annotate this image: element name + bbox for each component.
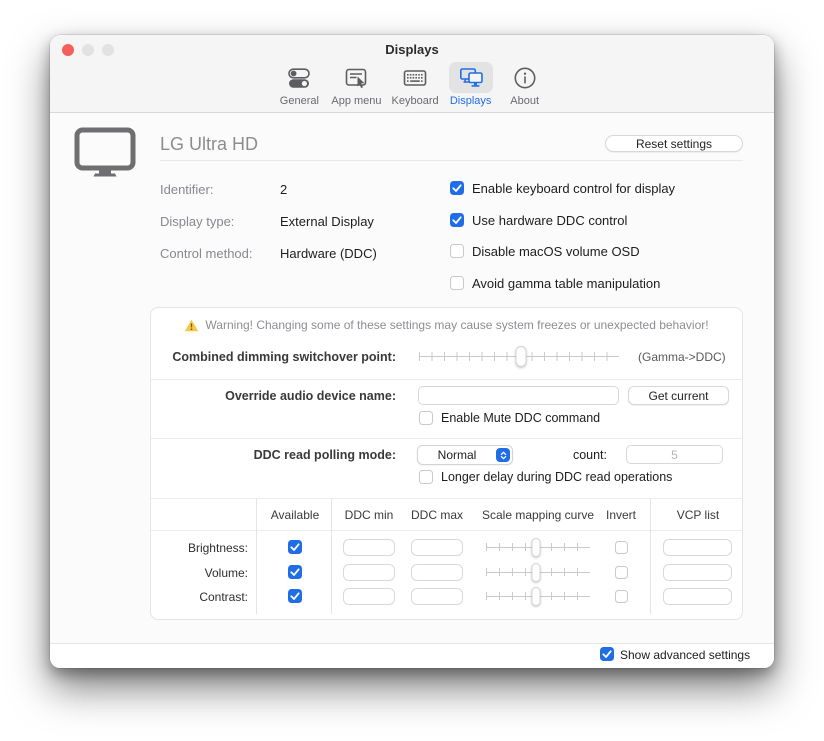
brightness-ddc-max-input[interactable] <box>411 539 463 556</box>
table-column-divider <box>256 499 257 614</box>
table-header-divider <box>151 530 742 531</box>
enable-mute-ddc-label: Enable Mute DDC command <box>441 411 600 425</box>
tab-label: General <box>280 95 319 107</box>
volume-available-checkbox[interactable] <box>288 565 302 579</box>
longer-delay-label: Longer delay during DDC read operations <box>441 470 672 484</box>
menu-document-icon <box>334 62 378 93</box>
warning-icon <box>184 319 199 332</box>
row-label-volume: Volume: <box>151 566 248 580</box>
contrast-invert-checkbox[interactable] <box>615 590 628 603</box>
contrast-ddc-min-input[interactable] <box>343 588 395 605</box>
longer-delay-checkbox[interactable] <box>419 470 433 484</box>
use-hardware-ddc-label: Use hardware DDC control <box>472 213 627 228</box>
tab-general[interactable]: General <box>277 62 321 107</box>
use-hardware-ddc-checkbox[interactable] <box>450 213 464 227</box>
section-divider <box>151 498 742 499</box>
volume-curve-slider[interactable] <box>486 565 590 579</box>
warning-row: Warning! Changing some of these settings… <box>151 318 742 332</box>
info-icon <box>503 62 547 93</box>
count-label: count: <box>507 448 607 462</box>
volume-ddc-min-input[interactable] <box>343 564 395 581</box>
col-header-vcp-list: VCP list <box>677 508 719 522</box>
window-title: Displays <box>50 42 774 57</box>
slider-knob[interactable] <box>531 563 540 582</box>
col-header-invert: Invert <box>606 508 636 522</box>
row-label-contrast: Contrast: <box>151 590 248 604</box>
enable-keyboard-control-label: Enable keyboard control for display <box>472 181 675 196</box>
enable-mute-ddc-checkbox[interactable] <box>419 411 433 425</box>
col-header-ddc-max: DDC max <box>411 508 463 522</box>
show-advanced-settings-checkbox[interactable] <box>600 647 614 661</box>
slider-knob[interactable] <box>516 346 527 367</box>
get-current-button[interactable]: Get current <box>628 386 729 405</box>
contrast-vcp-input[interactable] <box>663 588 732 605</box>
warning-text: Warning! Changing some of these settings… <box>205 318 708 332</box>
dimming-switchover-slider[interactable] <box>419 349 619 364</box>
col-header-ddc-min: DDC min <box>345 508 394 522</box>
display-type-label: Display type: <box>160 214 234 229</box>
table-column-divider <box>331 499 332 614</box>
tab-label: Displays <box>450 95 492 107</box>
polling-mode-dropdown[interactable]: Normal <box>417 445 513 465</box>
brightness-vcp-input[interactable] <box>663 539 732 556</box>
dimming-suffix: (Gamma->DDC) <box>638 350 726 364</box>
brightness-curve-slider[interactable] <box>486 540 590 554</box>
volume-vcp-input[interactable] <box>663 564 732 581</box>
display-type-value: External Display <box>280 214 374 229</box>
displays-icon <box>449 62 493 93</box>
header-divider <box>160 160 743 161</box>
tab-displays[interactable]: Displays <box>449 62 493 107</box>
avoid-gamma-checkbox[interactable] <box>450 276 464 290</box>
polling-mode-label: DDC read polling mode: <box>151 448 396 462</box>
slider-knob[interactable] <box>531 587 540 606</box>
keyboard-icon <box>393 62 437 93</box>
dimming-switchover-label: Combined dimming switchover point: <box>151 350 396 364</box>
brightness-available-checkbox[interactable] <box>288 540 302 554</box>
slider-knob[interactable] <box>531 538 540 557</box>
tab-keyboard[interactable]: Keyboard <box>392 62 439 107</box>
tab-label: About <box>510 95 539 107</box>
brightness-invert-checkbox[interactable] <box>615 541 628 554</box>
table-column-divider <box>650 499 651 614</box>
control-method-value: Hardware (DDC) <box>280 246 377 261</box>
show-advanced-settings-label: Show advanced settings <box>620 648 750 662</box>
window-chrome: Displays General <box>50 35 774 113</box>
brightness-ddc-min-input[interactable] <box>343 539 395 556</box>
tab-app-menu[interactable]: App menu <box>331 62 381 107</box>
tab-label: App menu <box>331 95 381 107</box>
advanced-settings-panel: Warning! Changing some of these settings… <box>150 307 743 620</box>
section-divider <box>151 438 742 439</box>
displays-window: Displays General <box>50 35 774 668</box>
volume-ddc-max-input[interactable] <box>411 564 463 581</box>
contrast-curve-slider[interactable] <box>486 589 590 603</box>
count-input[interactable] <box>626 445 723 464</box>
audio-name-input[interactable] <box>418 386 619 405</box>
monitor-icon <box>74 127 136 182</box>
col-header-available: Available <box>271 508 319 522</box>
tab-about[interactable]: About <box>503 62 547 107</box>
enable-keyboard-control-checkbox[interactable] <box>450 181 464 195</box>
audio-name-label: Override audio device name: <box>151 389 396 403</box>
tab-label: Keyboard <box>392 95 439 107</box>
display-name: LG Ultra HD <box>160 134 258 155</box>
toggles-icon <box>277 62 321 93</box>
polling-mode-value: Normal <box>418 448 496 462</box>
col-header-curve: Scale mapping curve <box>482 508 594 522</box>
identifier-label: Identifier: <box>160 182 213 197</box>
volume-invert-checkbox[interactable] <box>615 566 628 579</box>
preferences-toolbar: General App menu <box>50 62 774 107</box>
avoid-gamma-label: Avoid gamma table manipulation <box>472 276 660 291</box>
identifier-value: 2 <box>280 182 287 197</box>
control-method-label: Control method: <box>160 246 253 261</box>
contrast-ddc-max-input[interactable] <box>411 588 463 605</box>
disable-volume-osd-label: Disable macOS volume OSD <box>472 244 640 259</box>
row-label-brightness: Brightness: <box>151 541 248 555</box>
reset-settings-button[interactable]: Reset settings <box>605 135 743 152</box>
contrast-available-checkbox[interactable] <box>288 589 302 603</box>
section-divider <box>151 379 742 380</box>
disable-volume-osd-checkbox[interactable] <box>450 244 464 258</box>
